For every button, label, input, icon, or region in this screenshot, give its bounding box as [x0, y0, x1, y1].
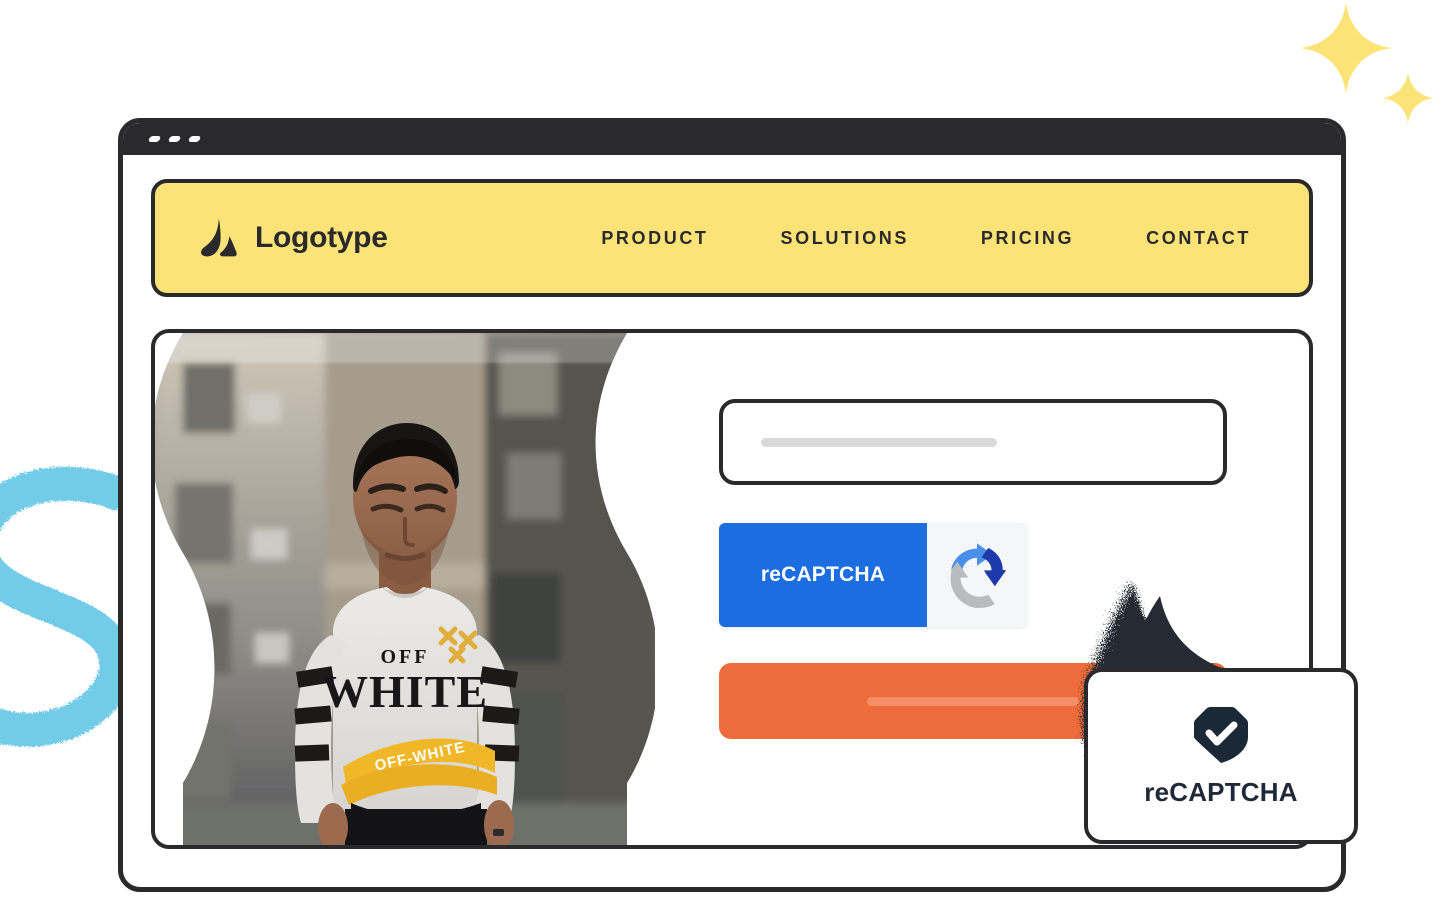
text-input[interactable]	[719, 399, 1227, 485]
nav-item-solutions[interactable]: SOLUTIONS	[781, 228, 909, 249]
browser-titlebar	[123, 123, 1341, 155]
input-placeholder-bar	[761, 437, 997, 447]
submit-button-bar	[867, 696, 1079, 706]
brand-name: Logotype	[255, 221, 388, 254]
nav-item-product[interactable]: PRODUCT	[601, 228, 708, 249]
window-dot-1-icon[interactable]	[147, 136, 162, 142]
recaptcha-logo-panel	[927, 523, 1027, 627]
window-dot-3-icon[interactable]	[187, 136, 202, 142]
site-header: Logotype PRODUCT SOLUTIONS PRICING CONTA…	[151, 179, 1313, 297]
site-nav: PRODUCT SOLUTIONS PRICING CONTACT	[601, 228, 1267, 249]
hero-media: OFF WHITE OFF-WHITE	[155, 333, 655, 845]
recaptcha-widget[interactable]: reCAPTCHA	[719, 523, 1027, 627]
floating-recaptcha-card[interactable]: reCAPTCHA	[1084, 668, 1358, 844]
floating-card-label: reCAPTCHA	[1144, 776, 1298, 807]
recaptcha-label-panel: reCAPTCHA	[719, 523, 927, 627]
sparkle-star-small-icon	[1382, 72, 1434, 124]
nav-item-contact[interactable]: CONTACT	[1146, 228, 1251, 249]
svg-text:OFF: OFF	[381, 646, 430, 668]
screenshot-root: Logotype PRODUCT SOLUTIONS PRICING CONTA…	[0, 0, 1448, 910]
svg-text:WHITE: WHITE	[322, 666, 488, 717]
nav-item-pricing[interactable]: PRICING	[981, 228, 1074, 249]
recaptcha-label: reCAPTCHA	[760, 563, 886, 586]
brand[interactable]: Logotype	[197, 217, 388, 259]
sparkle-decoration-group	[1278, 0, 1448, 135]
shield-check-icon	[1194, 705, 1248, 763]
recaptcha-arrows-icon	[950, 543, 1007, 608]
sparkle-star-icon	[1300, 2, 1392, 94]
window-dot-2-icon[interactable]	[167, 136, 182, 142]
hero-photo: OFF WHITE OFF-WHITE	[155, 333, 655, 845]
logotype-flame-mark-icon	[201, 218, 237, 257]
